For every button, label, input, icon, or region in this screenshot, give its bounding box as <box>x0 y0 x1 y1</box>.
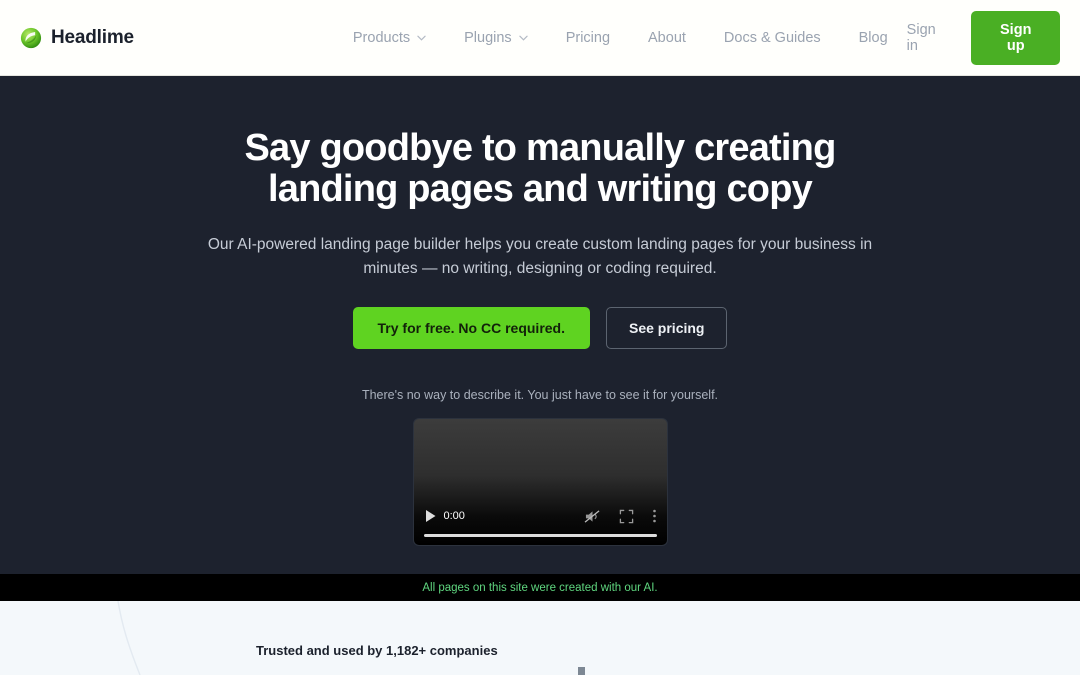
page-title: Say goodbye to manually creating landing… <box>244 127 837 210</box>
fullscreen-icon[interactable] <box>619 509 634 524</box>
partner-logo-4 <box>577 667 585 675</box>
nav-label: Blog <box>858 29 888 46</box>
partner-logo-1 <box>338 667 345 675</box>
play-icon[interactable] <box>424 509 437 523</box>
nav-item-products[interactable]: Products <box>334 30 445 46</box>
nav-item-blog[interactable]: Blog <box>840 30 907 46</box>
nav-item-docs-guides[interactable]: Docs & Guides <box>705 30 840 46</box>
video-current-time: 0:00 <box>443 510 465 523</box>
main-navigation: Products Plugins Pricing About Docs & Gu… <box>334 30 907 46</box>
video-controls-row: 0:00 <box>424 504 657 528</box>
sign-up-button[interactable]: Sign up <box>971 10 1060 65</box>
trusted-by-label: Trusted and used by 1,182+ companies <box>256 643 498 658</box>
video-caption: There's no way to describe it. You just … <box>361 388 719 403</box>
video-controls: 0:00 <box>414 499 667 545</box>
ai-banner-text: All pages on this site were created with… <box>422 581 658 594</box>
nav-item-plugins[interactable]: Plugins <box>445 30 547 46</box>
video-progress-bar[interactable] <box>423 534 657 538</box>
hero-title-line-1: Say goodbye to manually creating <box>244 127 837 169</box>
try-for-free-button[interactable]: Try for free. No CC required. <box>352 307 590 350</box>
partner-logo-3 <box>499 667 506 675</box>
brand-logo-link[interactable]: Headlime <box>20 27 134 49</box>
see-pricing-button[interactable]: See pricing <box>606 307 728 350</box>
nav-label: Products <box>352 29 411 46</box>
chevron-down-icon <box>519 35 528 41</box>
demo-video-player[interactable]: 0:00 <box>412 418 668 547</box>
kebab-menu-icon[interactable] <box>652 508 657 524</box>
ai-disclosure-banner: All pages on this site were created with… <box>0 574 1080 601</box>
trusted-by-section: Trusted and used by 1,182+ companies <box>0 601 1080 675</box>
sign-in-link[interactable]: Sign in <box>907 22 946 54</box>
nav-label: Pricing <box>565 29 611 46</box>
nav-label: Docs & Guides <box>723 29 821 46</box>
site-header: Headlime Products Plugins Pricing About … <box>0 0 1080 76</box>
partner-logo-2 <box>417 667 427 675</box>
partner-logo-strip <box>0 667 1080 675</box>
headlime-swirl-logo-icon <box>20 27 42 48</box>
volume-muted-icon[interactable] <box>584 509 601 524</box>
hero-title-line-2: landing pages and writing copy <box>268 167 813 210</box>
partner-logo-6 <box>735 667 742 675</box>
nav-item-about[interactable]: About <box>629 30 705 46</box>
chevron-down-icon <box>417 35 426 41</box>
hero-cta-row: Try for free. No CC required. See pricin… <box>352 307 728 350</box>
partner-logo-5 <box>657 667 664 675</box>
decorative-curve <box>117 601 141 675</box>
header-actions: Sign in Sign up <box>907 10 1060 65</box>
hero-subtitle: Our AI-powered landing page builder help… <box>207 236 873 278</box>
nav-label: About <box>648 29 686 46</box>
nav-label: Plugins <box>464 29 512 46</box>
hero-section: Say goodbye to manually creating landing… <box>0 76 1080 574</box>
brand-name: Headlime <box>51 26 134 48</box>
nav-item-pricing[interactable]: Pricing <box>547 30 629 46</box>
